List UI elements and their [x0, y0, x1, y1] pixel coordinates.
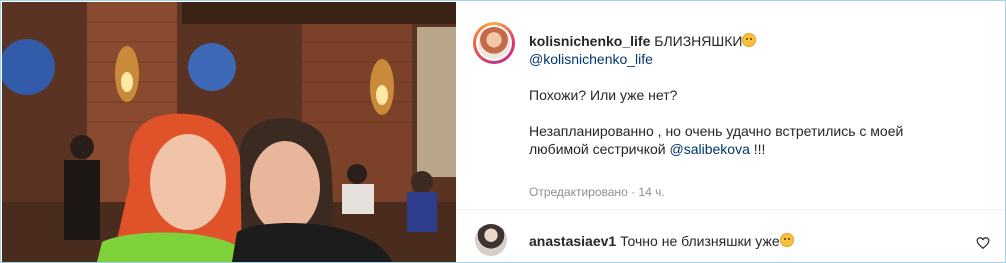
comment-item: anastasiaev1 Точно не близняшки уже [529, 232, 794, 250]
edited-label: Отредактировано [529, 185, 628, 199]
comment-text: Точно не близняшки уже [620, 233, 780, 249]
post-caption: kolisnichenko_life БЛИЗНЯШКИ @kolisniche… [529, 32, 989, 158]
caption-title: БЛИЗНЯШКИ [654, 33, 743, 49]
caption-first-line: kolisnichenko_life БЛИЗНЯШКИ [529, 32, 989, 50]
smiling-face-emoji-icon [742, 33, 757, 47]
post-photo[interactable] [2, 2, 456, 262]
comments-divider [457, 209, 1005, 210]
caption-mention-line: @kolisnichenko_life [529, 50, 989, 68]
meta-separator: · [627, 185, 639, 199]
author-username[interactable]: kolisnichenko_life [529, 33, 650, 49]
commenter-username[interactable]: anastasiaev1 [529, 233, 616, 249]
caption-line-3-prefix: любимой сестричкой [529, 141, 670, 157]
post-details-pane: kolisnichenko_life БЛИЗНЯШКИ @kolisniche… [457, 2, 1005, 262]
relieved-face-emoji-icon [779, 233, 794, 247]
commenter-avatar[interactable] [475, 224, 507, 256]
caption-line-2: Незапланированно , но очень удачно встре… [529, 123, 904, 139]
avatar-border [476, 25, 512, 61]
instagram-post-frame: kolisnichenko_life БЛИЗНЯШКИ @kolisniche… [0, 0, 1006, 263]
author-avatar[interactable] [473, 22, 515, 64]
post-time[interactable]: 14 ч. [638, 185, 664, 199]
caption-line-1: Похожи? Или уже нет? [529, 87, 678, 103]
mention-link-author[interactable]: @kolisnichenko_life [529, 51, 653, 67]
heart-icon[interactable] [976, 236, 990, 250]
caption-line-3: любимой сестричкой @salibekova !!! [529, 140, 989, 158]
photo-illustration [2, 2, 456, 262]
mention-link-salibekova[interactable]: @salibekova [670, 141, 750, 157]
post-meta: Отредактировано · 14 ч. [529, 185, 665, 199]
avatar-image [478, 27, 510, 59]
caption-line-3-suffix: !!! [749, 141, 766, 157]
